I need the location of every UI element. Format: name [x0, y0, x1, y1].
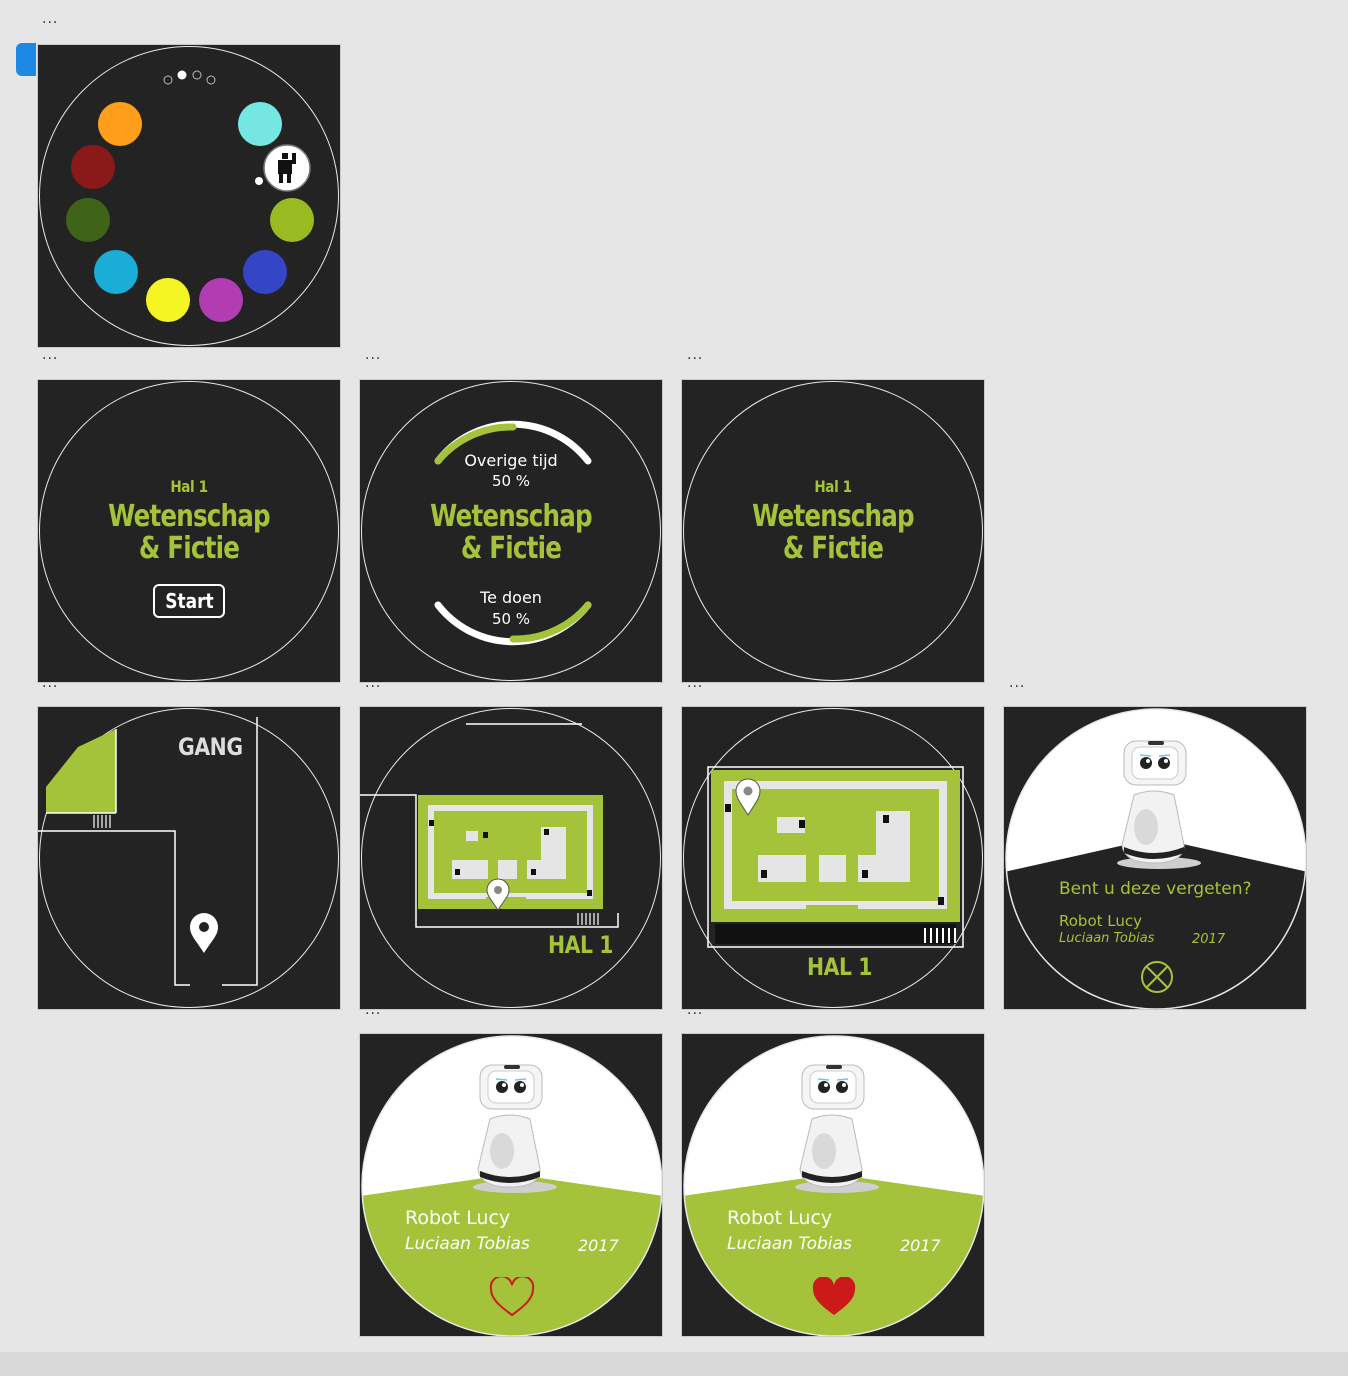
start-button-label: Start — [164, 589, 214, 613]
bottom-scrollbar-area[interactable] — [0, 1352, 1348, 1376]
todo-label: Te doen — [480, 588, 542, 607]
todo-value: 50 % — [491, 610, 531, 628]
door-marker — [93, 815, 111, 828]
item-name: Robot Lucy — [405, 1207, 511, 1229]
robot-person-icon — [263, 144, 311, 192]
forgot-item-screen: Bent u deze vergeten? Robot Lucy Luciaan… — [1003, 706, 1307, 1010]
page-dots-icon — [163, 70, 216, 85]
color-swatch-cyan — [238, 102, 282, 146]
door-marker — [577, 913, 599, 925]
hall-map-small-screen: HAL 1 — [359, 706, 663, 1010]
color-swatch-yellow — [146, 278, 190, 322]
selection-tab[interactable] — [16, 43, 36, 76]
hall-number: Hal 1 — [814, 477, 852, 496]
color-picker-screen — [37, 44, 341, 348]
robot-lucy-image — [1117, 740, 1201, 869]
hall-title-screen: Hal 1 Wetenschap & Fictie — [681, 379, 985, 683]
frame-menu-dots[interactable]: ... — [42, 12, 58, 26]
hall-map-large-screen: HAL 1 — [681, 706, 985, 1010]
remaining-time-label: Overige tijd — [464, 451, 558, 470]
color-swatch-lime — [270, 198, 314, 242]
exhibition-title-line1: Wetenschap — [752, 499, 914, 534]
forgot-question: Bent u deze vergeten? — [1059, 879, 1252, 899]
map-title: HAL 1 — [548, 931, 614, 959]
corridor-map-screen: GANG — [37, 706, 341, 1010]
map-title: GANG — [178, 733, 243, 761]
exhibition-title-line1: Wetenschap — [430, 499, 592, 534]
map-pin-icon — [190, 913, 218, 953]
color-swatch-blue — [243, 250, 287, 294]
map-title: HAL 1 — [807, 953, 873, 981]
color-swatch-dark-red — [71, 145, 115, 189]
artwork-liked-screen: Robot Lucy Luciaan Tobias 2017 — [681, 1033, 985, 1337]
color-swatch-sky-blue — [94, 250, 138, 294]
heart-filled-icon[interactable] — [810, 1277, 858, 1319]
color-swatch-purple — [199, 278, 243, 322]
item-year: 2017 — [1192, 932, 1226, 947]
hall-start-screen: Hal 1 Wetenschap & Fictie Start — [37, 379, 341, 683]
item-author: Luciaan Tobias — [727, 1234, 852, 1254]
color-swatch-orange — [98, 102, 142, 146]
color-picker — [66, 70, 314, 322]
item-author: Luciaan Tobias — [405, 1234, 530, 1254]
item-year: 2017 — [900, 1236, 941, 1255]
close-circle-icon[interactable] — [1139, 959, 1175, 995]
item-author: Luciaan Tobias — [1059, 931, 1155, 946]
item-year: 2017 — [578, 1236, 619, 1255]
frame-menu-dots[interactable]: ... — [42, 348, 58, 362]
item-name: Robot Lucy — [1059, 912, 1142, 930]
hall-map-small — [360, 723, 619, 928]
exhibition-title-line1: Wetenschap — [108, 499, 270, 534]
color-swatch-dark-green — [66, 198, 110, 242]
exhibition-title-line2: & Fictie — [460, 531, 562, 566]
robot-lucy-image — [473, 1064, 557, 1193]
hall-number: Hal 1 — [170, 477, 208, 496]
exhibition-title-line2: & Fictie — [138, 531, 240, 566]
exhibition-title-line2: & Fictie — [782, 531, 884, 566]
hall-area — [46, 729, 116, 813]
progress-screen: Overige tijd 50 % Wetenschap & Fictie Te… — [359, 379, 663, 683]
artwork-unliked-screen: Robot Lucy Luciaan Tobias 2017 — [359, 1033, 663, 1337]
frame-menu-dots[interactable]: ... — [365, 348, 381, 362]
item-name: Robot Lucy — [727, 1207, 833, 1229]
robot-lucy-image — [795, 1064, 879, 1193]
heart-outline-icon[interactable] — [488, 1277, 536, 1319]
start-button[interactable]: Start — [153, 584, 225, 618]
remaining-time-value: 50 % — [491, 472, 531, 490]
frame-menu-dots[interactable]: ... — [1009, 676, 1025, 690]
frame-menu-dots[interactable]: ... — [687, 348, 703, 362]
